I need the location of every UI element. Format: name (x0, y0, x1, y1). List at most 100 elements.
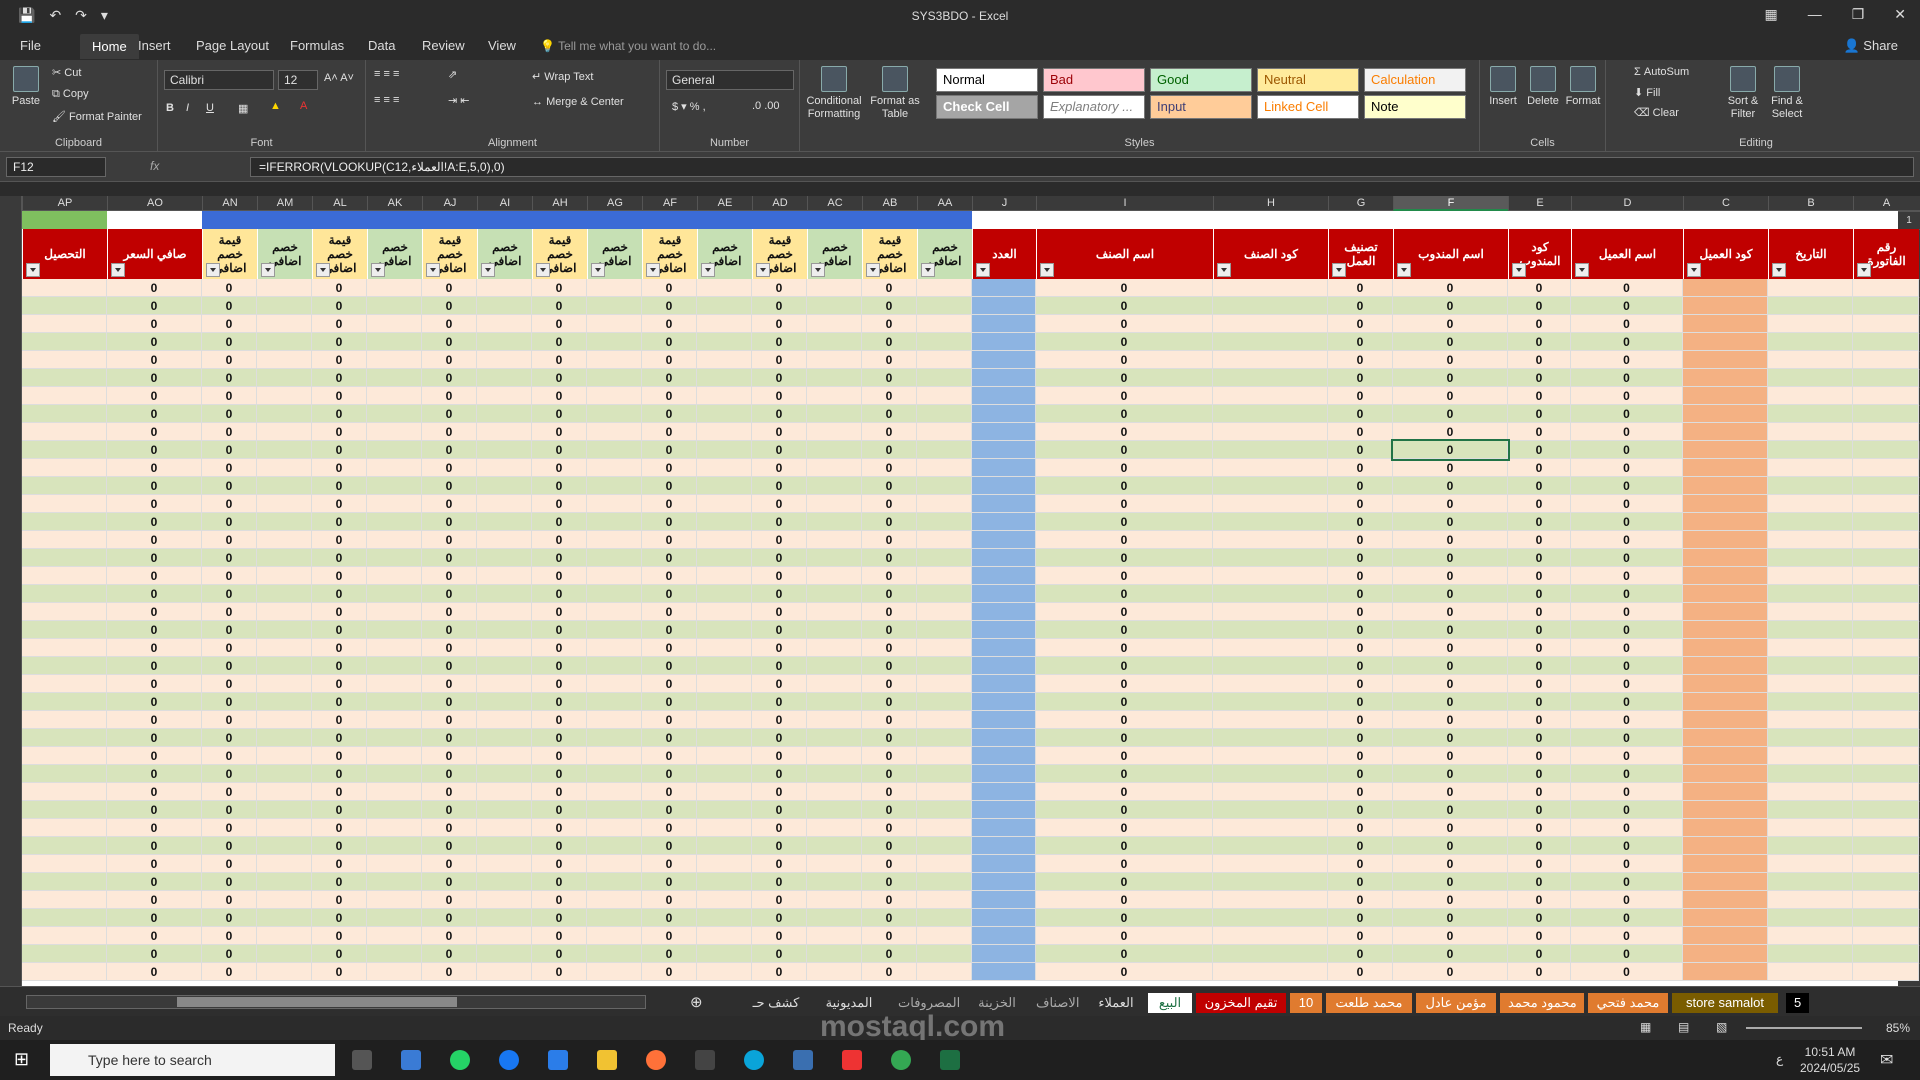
grid-cell[interactable] (917, 423, 972, 441)
grid-cell[interactable] (1853, 873, 1919, 891)
grid-cell[interactable]: 0 (642, 801, 697, 819)
grid-cell[interactable]: 0 (107, 819, 202, 837)
grid-cell[interactable] (1213, 711, 1328, 729)
grid-cell[interactable]: 0 (1508, 405, 1571, 423)
cell-style-9[interactable]: Note (1364, 95, 1466, 119)
grid-cell[interactable]: 0 (1393, 801, 1508, 819)
grid-cell[interactable] (1213, 513, 1328, 531)
grid-cell[interactable] (917, 279, 972, 297)
grid-cell[interactable]: 0 (1393, 873, 1508, 891)
grid-cell[interactable]: 0 (1036, 837, 1213, 855)
sheet-tab[interactable]: تقيم المخزون (1196, 993, 1286, 1013)
grid-cell[interactable] (807, 801, 862, 819)
grid-cell[interactable] (1853, 639, 1919, 657)
grid-cell[interactable]: 0 (532, 567, 587, 585)
cell-style-4[interactable]: Calculation (1364, 68, 1466, 92)
grid-cell[interactable] (1213, 315, 1328, 333)
grid-cell[interactable] (587, 567, 642, 585)
grid-cell[interactable] (1683, 297, 1768, 315)
grid-cell[interactable]: 0 (202, 333, 257, 351)
grid-cell[interactable] (1768, 603, 1853, 621)
grid-cell[interactable] (972, 855, 1036, 873)
cell-style-8[interactable]: Linked Cell (1257, 95, 1359, 119)
grid-cell[interactable] (477, 423, 532, 441)
grid-cell[interactable] (257, 963, 312, 981)
grid-cell[interactable] (477, 675, 532, 693)
filter-dropdown-icon[interactable] (111, 263, 125, 277)
grid-cell[interactable] (697, 783, 752, 801)
grid-cell[interactable]: 0 (1036, 819, 1213, 837)
grid-cell[interactable]: 0 (107, 657, 202, 675)
grid-cell[interactable]: 0 (1571, 531, 1683, 549)
grid-cell[interactable]: 0 (312, 621, 367, 639)
grid-cell[interactable] (1213, 477, 1328, 495)
grid-cell[interactable]: 0 (312, 711, 367, 729)
grid-cell[interactable] (917, 855, 972, 873)
grid-cell[interactable]: 0 (642, 513, 697, 531)
grid-cell[interactable]: 0 (532, 459, 587, 477)
grid-cell[interactable]: 0 (862, 567, 917, 585)
grid-cell[interactable]: 0 (1508, 765, 1571, 783)
grid-cell[interactable] (972, 405, 1036, 423)
grid-cell[interactable] (477, 459, 532, 477)
grid-cell[interactable]: 0 (312, 819, 367, 837)
grid-cell[interactable] (1213, 333, 1328, 351)
grid-cell[interactable] (972, 693, 1036, 711)
grid-cell[interactable]: 0 (422, 639, 477, 657)
grid-cell[interactable]: 0 (422, 855, 477, 873)
format-as-table-button[interactable]: Format as Table (870, 66, 920, 121)
grid-cell[interactable]: 0 (1328, 351, 1393, 369)
grid-cell[interactable] (1683, 747, 1768, 765)
grid-cell[interactable]: 0 (312, 495, 367, 513)
grid-cell[interactable]: 0 (532, 963, 587, 981)
grid-cell[interactable]: 0 (642, 279, 697, 297)
grid-cell[interactable]: 0 (1571, 405, 1683, 423)
grid-cell[interactable]: 0 (1393, 585, 1508, 603)
grid-cell[interactable]: 0 (107, 477, 202, 495)
grid-cell[interactable] (807, 927, 862, 945)
grid-cell[interactable] (22, 423, 107, 441)
grid-cell[interactable] (22, 909, 107, 927)
grid-cell[interactable]: 0 (1391, 439, 1510, 461)
grid-cell[interactable]: 0 (752, 837, 807, 855)
grid-cell[interactable]: 0 (422, 369, 477, 387)
grid-cell[interactable]: 0 (422, 657, 477, 675)
grid-cell[interactable] (807, 783, 862, 801)
anydesk-icon[interactable] (842, 1050, 862, 1070)
grid-cell[interactable]: 0 (862, 423, 917, 441)
filter-dropdown-icon[interactable] (1857, 263, 1871, 277)
grid-cell[interactable]: 0 (202, 639, 257, 657)
grid-cell[interactable]: 0 (202, 477, 257, 495)
grid-cell[interactable] (807, 549, 862, 567)
grid-cell[interactable]: 0 (202, 549, 257, 567)
italic-button[interactable]: I (186, 102, 189, 114)
grid-cell[interactable] (1768, 711, 1853, 729)
column-header[interactable]: AC (807, 196, 862, 211)
grid-cell[interactable] (917, 945, 972, 963)
grid-cell[interactable] (587, 837, 642, 855)
grid-cell[interactable]: 0 (532, 333, 587, 351)
grid-cell[interactable] (257, 855, 312, 873)
grid-cell[interactable] (367, 423, 422, 441)
grid-cell[interactable] (807, 765, 862, 783)
grid-cell[interactable] (972, 945, 1036, 963)
filter-dropdown-icon[interactable] (811, 263, 825, 277)
grid-cell[interactable]: 0 (642, 639, 697, 657)
grid-cell[interactable] (917, 351, 972, 369)
grid-cell[interactable] (1768, 855, 1853, 873)
grid-cell[interactable] (22, 963, 107, 981)
grid-cell[interactable]: 0 (422, 819, 477, 837)
grid-cell[interactable] (1683, 693, 1768, 711)
grid-cell[interactable]: 0 (532, 279, 587, 297)
grid-cell[interactable] (1768, 441, 1853, 459)
grid-cell[interactable] (807, 423, 862, 441)
grid-cell[interactable]: 0 (532, 765, 587, 783)
grid-cell[interactable] (477, 837, 532, 855)
grid-cell[interactable] (917, 711, 972, 729)
grid-cell[interactable]: 0 (1508, 639, 1571, 657)
grid-cell[interactable]: 0 (107, 315, 202, 333)
grid-cell[interactable]: 0 (107, 585, 202, 603)
grid-cell[interactable]: 0 (532, 639, 587, 657)
grid-cell[interactable] (697, 387, 752, 405)
grid-cell[interactable] (917, 639, 972, 657)
